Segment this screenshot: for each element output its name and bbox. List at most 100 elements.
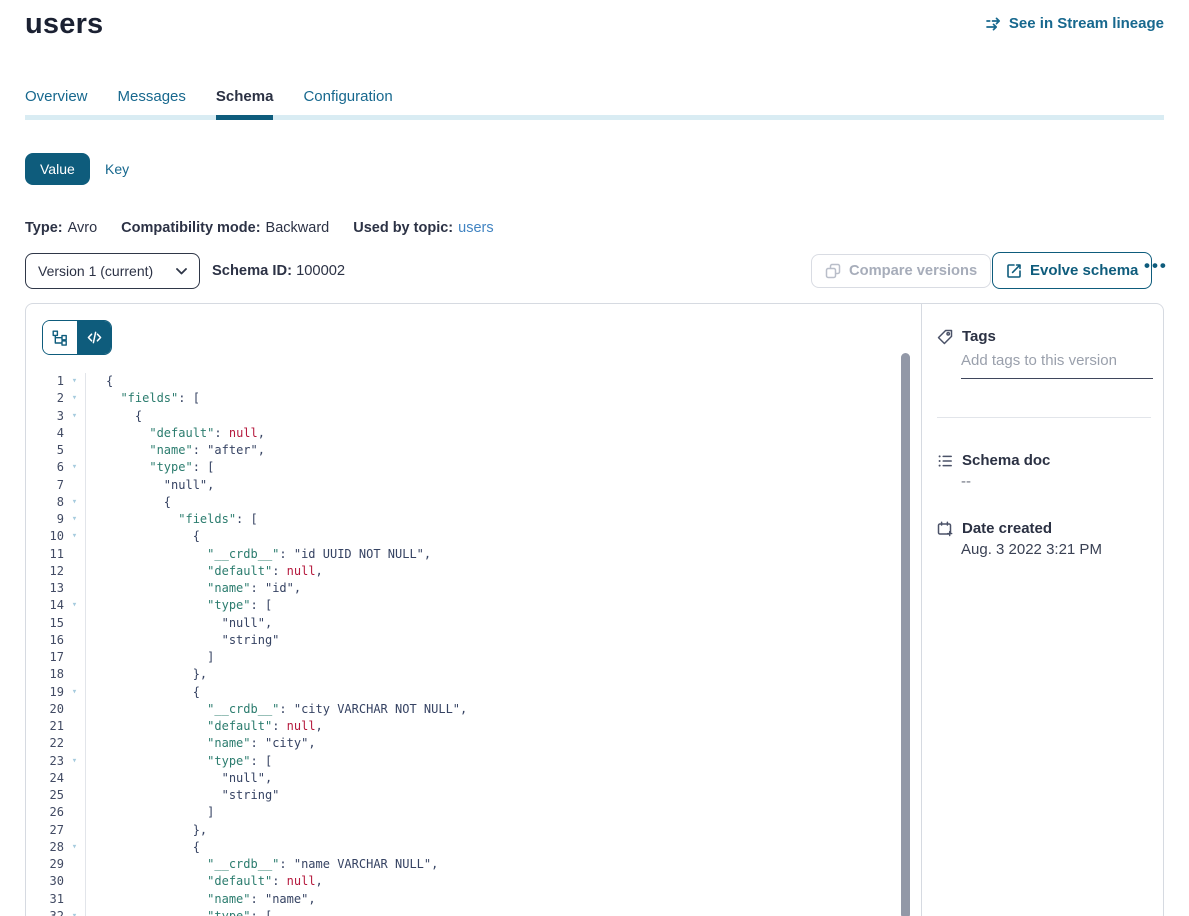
code-text: ] (85, 804, 901, 821)
add-tags-input[interactable] (961, 352, 1153, 379)
evolve-schema-button[interactable]: Evolve schema (992, 252, 1152, 289)
code-text: "null", (85, 477, 901, 494)
fold-spacer (64, 666, 85, 683)
line-number: 25 (26, 787, 64, 804)
fold-toggle-icon[interactable]: ▾ (64, 494, 85, 511)
fold-spacer (64, 563, 85, 580)
value-toggle-button[interactable]: Value (25, 153, 90, 185)
fold-toggle-icon[interactable]: ▾ (64, 511, 85, 528)
line-number: 7 (26, 477, 64, 494)
code-line: 24 "null", (26, 770, 901, 787)
compare-versions-button[interactable]: Compare versions (811, 254, 991, 288)
code-line: 23▾ "type": [ (26, 753, 901, 770)
schema-id-field: Schema ID: 100002 (212, 263, 345, 279)
topic-link[interactable]: users (458, 220, 493, 236)
code-view-icon (87, 331, 102, 344)
fold-toggle-icon[interactable]: ▾ (64, 408, 85, 425)
line-number: 21 (26, 718, 64, 735)
fold-toggle-icon[interactable]: ▾ (64, 684, 85, 701)
sidebar-divider (937, 417, 1151, 418)
code-text: "name": "id", (85, 580, 901, 597)
editor-scrollbar[interactable] (901, 353, 910, 916)
more-options-button[interactable]: ••• (1144, 256, 1168, 276)
fold-toggle-icon[interactable]: ▾ (64, 908, 85, 916)
tab-messages[interactable]: Messages (118, 88, 186, 120)
line-number: 15 (26, 615, 64, 632)
code-line: 13 "name": "id", (26, 580, 901, 597)
fold-spacer (64, 580, 85, 597)
date-created-title: Date created (962, 520, 1052, 537)
tag-icon (937, 329, 953, 345)
schema-doc-title: Schema doc (962, 452, 1050, 469)
code-line: 32▾ "type": [ (26, 908, 901, 916)
fold-toggle-icon[interactable]: ▾ (64, 528, 85, 545)
line-number: 5 (26, 442, 64, 459)
code-text: "type": [ (85, 459, 901, 476)
code-line: 19▾ { (26, 684, 901, 701)
code-line: 21 "default": null, (26, 718, 901, 735)
fold-spacer (64, 477, 85, 494)
line-number: 13 (26, 580, 64, 597)
code-line: 8▾ { (26, 494, 901, 511)
code-text: "default": null, (85, 425, 901, 442)
schema-doc-icon (937, 453, 953, 469)
code-line: 20 "__crdb__": "city VARCHAR NOT NULL", (26, 701, 901, 718)
schema-card: 1▾{2▾ "fields": [3▾ {4 "default": null,5… (25, 303, 1164, 916)
tags-section-header: Tags (937, 328, 996, 345)
code-view-button[interactable] (77, 321, 111, 354)
fold-spacer (64, 891, 85, 908)
code-text: "default": null, (85, 718, 901, 735)
used-by-topic-field: Used by topic:users (353, 220, 493, 236)
fold-spacer (64, 442, 85, 459)
version-select[interactable]: Version 1 (current) (25, 253, 200, 289)
fold-toggle-icon[interactable]: ▾ (64, 597, 85, 614)
code-line: 5 "name": "after", (26, 442, 901, 459)
code-line: 30 "default": null, (26, 873, 901, 890)
key-toggle-button[interactable]: Key (99, 153, 135, 185)
fold-spacer (64, 822, 85, 839)
code-text: { (85, 528, 901, 545)
fold-spacer (64, 787, 85, 804)
code-editor[interactable]: 1▾{2▾ "fields": [3▾ {4 "default": null,5… (26, 373, 901, 916)
fold-toggle-icon[interactable]: ▾ (64, 390, 85, 407)
code-line: 3▾ { (26, 408, 901, 425)
code-text: "string" (85, 632, 901, 649)
chevron-down-icon (176, 268, 187, 275)
fold-spacer (64, 701, 85, 718)
compatibility-value: Backward (266, 220, 330, 236)
stream-lineage-link[interactable]: See in Stream lineage (985, 15, 1164, 32)
compatibility-field: Compatibility mode:Backward (121, 220, 329, 236)
line-number: 2 (26, 390, 64, 407)
code-line: 14▾ "type": [ (26, 597, 901, 614)
tab-overview[interactable]: Overview (25, 88, 88, 120)
code-line: 17 ] (26, 649, 901, 666)
code-text: "null", (85, 770, 901, 787)
tree-view-icon (52, 330, 68, 346)
code-line: 7 "null", (26, 477, 901, 494)
code-line: 11 "__crdb__": "id UUID NOT NULL", (26, 546, 901, 563)
line-number: 26 (26, 804, 64, 821)
line-number: 23 (26, 753, 64, 770)
fold-toggle-icon[interactable]: ▾ (64, 459, 85, 476)
line-number: 4 (26, 425, 64, 442)
line-number: 12 (26, 563, 64, 580)
fold-toggle-icon[interactable]: ▾ (64, 753, 85, 770)
code-line: 31 "name": "name", (26, 891, 901, 908)
line-number: 3 (26, 408, 64, 425)
fold-spacer (64, 649, 85, 666)
date-created-value: Aug. 3 2022 3:21 PM (961, 541, 1102, 558)
tab-schema[interactable]: Schema (216, 88, 274, 120)
tree-view-button[interactable] (43, 321, 77, 354)
code-text: ] (85, 649, 901, 666)
line-number: 29 (26, 856, 64, 873)
line-number: 11 (26, 546, 64, 563)
version-select-value: Version 1 (current) (38, 263, 153, 279)
code-text: "fields": [ (85, 390, 901, 407)
evolve-icon (1006, 263, 1022, 279)
type-value: Avro (68, 220, 98, 236)
fold-toggle-icon[interactable]: ▾ (64, 839, 85, 856)
schema-doc-value: -- (961, 473, 971, 490)
fold-toggle-icon[interactable]: ▾ (64, 373, 85, 390)
editor-view-toggle (42, 320, 112, 355)
tab-configuration[interactable]: Configuration (303, 88, 392, 120)
